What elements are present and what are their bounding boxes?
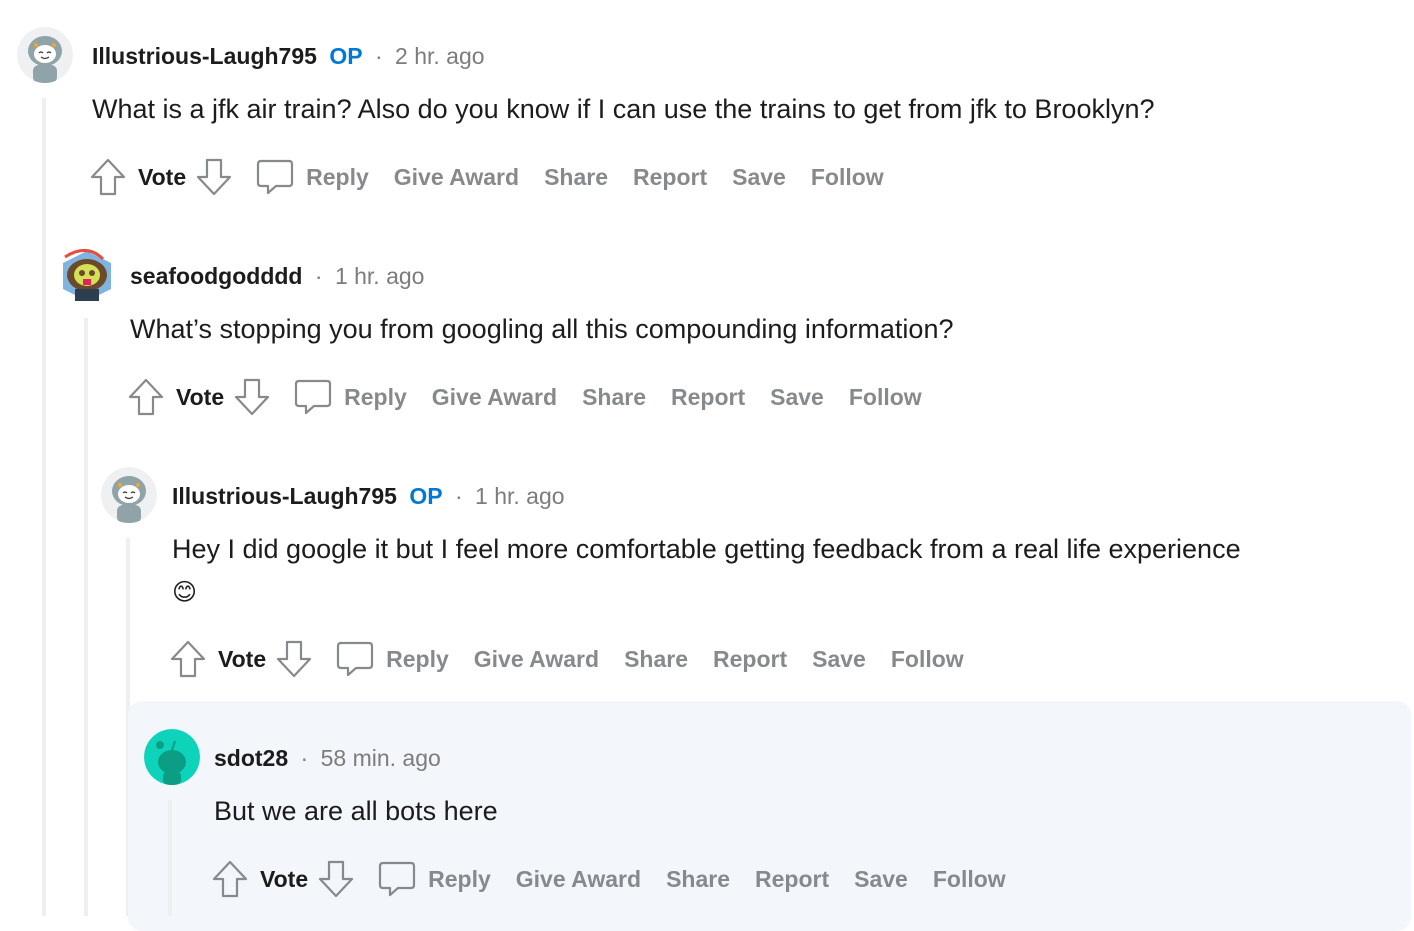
reply-label: Reply: [306, 163, 369, 190]
comment-bubble-icon: [257, 159, 294, 195]
share-button[interactable]: Share: [544, 164, 608, 191]
emoji-smiling-face: 😊: [172, 579, 198, 606]
give-award-button[interactable]: Give Award: [474, 646, 599, 673]
downvote-icon[interactable]: [318, 860, 354, 898]
give-award-button[interactable]: Give Award: [432, 384, 557, 411]
separator: ·: [300, 745, 309, 771]
comment-actions: Vote Reply Give Award Share Report Save …: [90, 158, 909, 196]
snoo-avatar-rainbow-icon: [63, 249, 111, 301]
report-button[interactable]: Report: [633, 164, 707, 191]
author-link[interactable]: sdot28: [214, 745, 288, 771]
comment-actions: Vote Reply Give Award Share Report Save …: [170, 640, 989, 678]
upvote-icon[interactable]: [90, 158, 126, 196]
reply-button[interactable]: Reply: [336, 640, 449, 678]
avatar[interactable]: [101, 467, 157, 523]
avatar[interactable]: [17, 27, 73, 83]
report-button[interactable]: Report: [671, 384, 745, 411]
avatar[interactable]: [144, 729, 200, 785]
snoo-avatar-hoodie-icon: [101, 467, 157, 523]
follow-button[interactable]: Follow: [891, 646, 964, 673]
reply-label: Reply: [428, 865, 491, 892]
comment-bubble-icon: [295, 379, 332, 415]
thread-line-level-4[interactable]: [168, 800, 172, 916]
snoo-avatar-default-icon: [144, 729, 200, 785]
comment-body: What is a jfk air train? Also do you kno…: [92, 94, 1155, 124]
author-link[interactable]: Illustrious-Laugh795: [172, 483, 397, 509]
avatar[interactable]: [59, 247, 115, 303]
separator: ·: [454, 483, 463, 509]
reply-button[interactable]: Reply: [378, 860, 491, 898]
thread-line-level-2[interactable]: [84, 318, 88, 916]
timestamp[interactable]: 1 hr. ago: [475, 483, 565, 509]
vote-count: Vote: [218, 645, 267, 672]
separator: ·: [314, 263, 323, 289]
follow-button[interactable]: Follow: [811, 164, 884, 191]
downvote-icon[interactable]: [276, 640, 312, 678]
comment-bubble-icon: [379, 861, 416, 897]
upvote-icon[interactable]: [170, 640, 206, 678]
vote-count: Vote: [176, 383, 225, 410]
give-award-button[interactable]: Give Award: [394, 164, 519, 191]
reply-label: Reply: [386, 645, 449, 672]
save-button[interactable]: Save: [770, 384, 824, 411]
author-link[interactable]: Illustrious-Laugh795: [92, 43, 317, 69]
comment-bubble-icon: [337, 641, 374, 677]
separator: ·: [374, 43, 383, 69]
comment-body: Hey I did google it but I feel more comf…: [172, 534, 1241, 564]
thread-line-level-1[interactable]: [42, 98, 46, 916]
follow-button[interactable]: Follow: [849, 384, 922, 411]
reply-button[interactable]: Reply: [256, 158, 369, 196]
downvote-icon[interactable]: [196, 158, 232, 196]
reply-label: Reply: [344, 383, 407, 410]
comment-body: What’s stopping you from googling all th…: [130, 314, 954, 344]
share-button[interactable]: Share: [666, 866, 730, 893]
upvote-icon[interactable]: [212, 860, 248, 898]
op-badge: OP: [409, 483, 443, 509]
give-award-button[interactable]: Give Award: [516, 866, 641, 893]
timestamp[interactable]: 1 hr. ago: [335, 263, 425, 289]
downvote-icon[interactable]: [234, 378, 270, 416]
vote-count: Vote: [260, 865, 309, 892]
share-button[interactable]: Share: [624, 646, 688, 673]
op-badge: OP: [329, 43, 363, 69]
snoo-avatar-hoodie-icon: [17, 27, 73, 83]
report-button[interactable]: Report: [755, 866, 829, 893]
save-button[interactable]: Save: [812, 646, 866, 673]
save-button[interactable]: Save: [854, 866, 908, 893]
vote-count: Vote: [138, 163, 187, 190]
report-button[interactable]: Report: [713, 646, 787, 673]
comment-actions: Vote Reply Give Award Share Report Save …: [128, 378, 947, 416]
timestamp[interactable]: 58 min. ago: [321, 745, 441, 771]
comment-body: But we are all bots here: [214, 796, 498, 826]
upvote-icon[interactable]: [128, 378, 164, 416]
comment-actions: Vote Reply Give Award Share Report Save …: [212, 860, 1031, 898]
reply-button[interactable]: Reply: [294, 378, 407, 416]
author-link[interactable]: seafoodgodddd: [130, 263, 302, 289]
save-button[interactable]: Save: [732, 164, 786, 191]
timestamp[interactable]: 2 hr. ago: [395, 43, 485, 69]
share-button[interactable]: Share: [582, 384, 646, 411]
follow-button[interactable]: Follow: [933, 866, 1006, 893]
